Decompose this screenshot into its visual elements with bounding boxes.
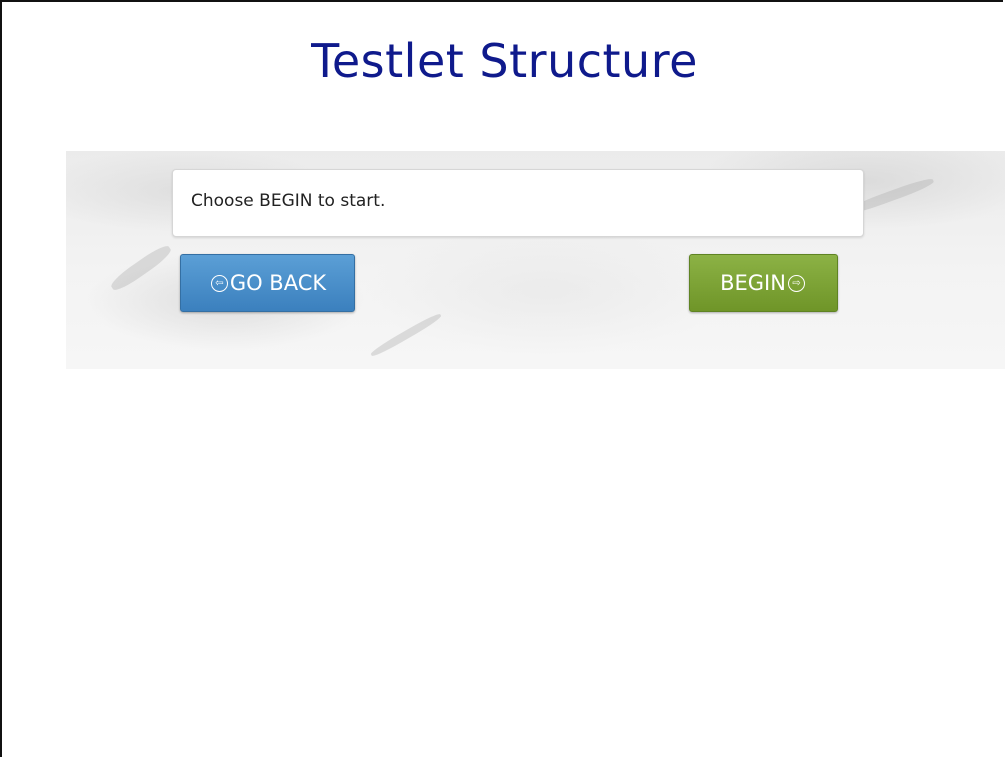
arrow-right-circle-icon: ⇨ — [787, 274, 805, 292]
decorative-brush-stroke — [369, 311, 443, 359]
slide-title: Testlet Structure — [311, 34, 698, 88]
begin-label: BEGIN — [720, 271, 786, 295]
testlet-panel: Choose BEGIN to start. ⇦ GO BACK BEGIN ⇨ — [66, 151, 1005, 369]
decorative-brush-stroke — [108, 242, 174, 294]
instruction-text: Choose BEGIN to start. — [191, 191, 386, 211]
message-box: Choose BEGIN to start. — [172, 169, 864, 237]
begin-button[interactable]: BEGIN ⇨ — [689, 254, 838, 312]
go-back-label: GO BACK — [229, 271, 327, 295]
slide: Testlet Structure Choose BEGIN to start.… — [0, 0, 1005, 757]
go-back-button[interactable]: ⇦ GO BACK — [180, 254, 355, 312]
arrow-left-circle-icon: ⇦ — [210, 274, 228, 292]
